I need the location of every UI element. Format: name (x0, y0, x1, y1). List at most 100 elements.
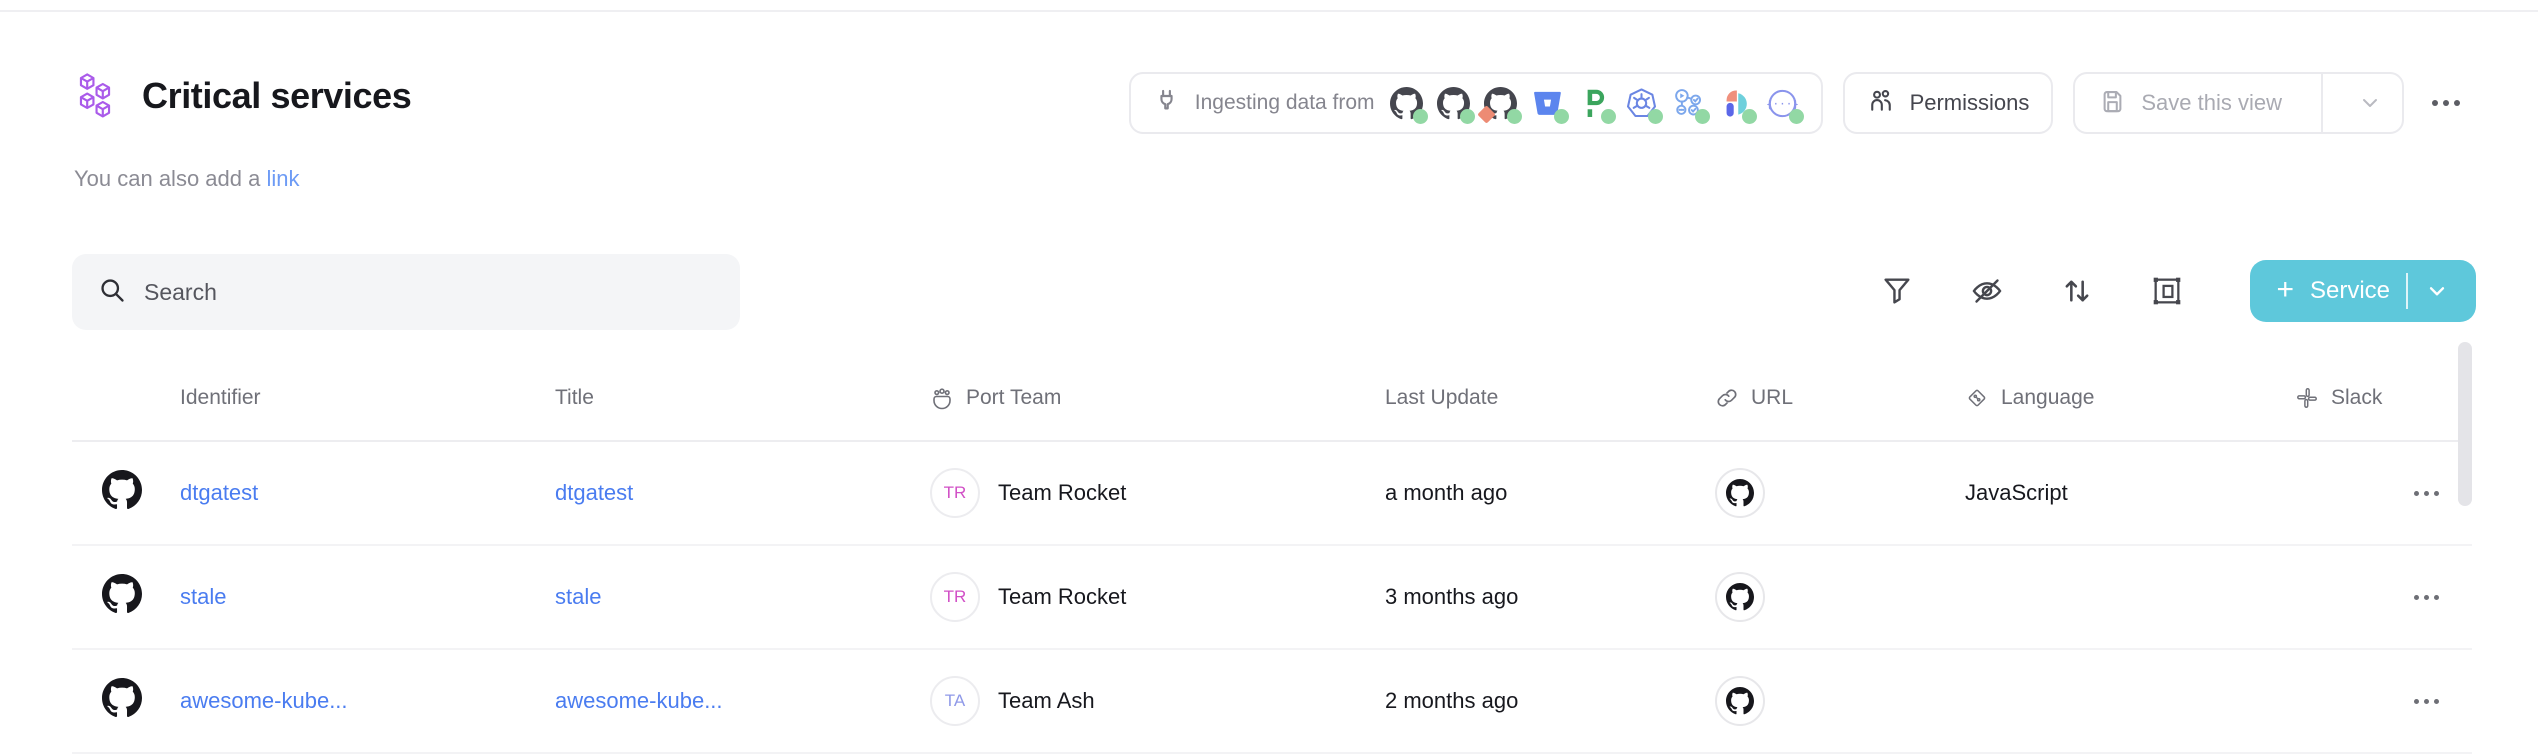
language-icon (1965, 386, 1989, 410)
column-last-update[interactable]: Last Update (1377, 386, 1707, 410)
row-more-button[interactable] (2410, 481, 2443, 506)
column-url[interactable]: URL (1707, 386, 1957, 410)
workflow-icon[interactable] (1672, 87, 1705, 120)
last-update: a month ago (1377, 480, 1707, 506)
add-service-label: Service (2310, 277, 2390, 305)
group-by-icon[interactable] (2144, 268, 2190, 314)
add-service-button[interactable]: + Service (2250, 260, 2476, 322)
hide-columns-icon[interactable] (1964, 268, 2010, 314)
column-language[interactable]: Language (1957, 386, 2287, 410)
team-initials: TA (945, 691, 965, 711)
save-icon (2099, 87, 2126, 119)
status-dot (1789, 109, 1804, 124)
row-more-button[interactable] (2410, 585, 2443, 610)
github-icon[interactable] (1437, 87, 1470, 120)
permissions-label: Permissions (1910, 90, 2030, 116)
language-value: JavaScript (1957, 480, 2287, 506)
url-github-link[interactable] (1715, 676, 1765, 726)
status-dot (1601, 109, 1616, 124)
table-header: Identifier Title Port Team Last Update U… (72, 356, 2472, 442)
plug-icon (1153, 87, 1180, 119)
url-github-link[interactable] (1715, 468, 1765, 518)
row-more-button[interactable] (2410, 689, 2443, 714)
github-blueprint-icon (102, 470, 142, 516)
column-title[interactable]: Title (547, 386, 922, 410)
last-update: 3 months ago (1377, 584, 1707, 610)
table-body: dtgatest dtgatest TR Team Rocket a month… (72, 442, 2472, 754)
pagerduty-icon[interactable] (1578, 87, 1611, 120)
identifier-link[interactable]: stale (180, 584, 226, 610)
vertical-scrollbar[interactable] (2458, 342, 2472, 506)
save-view-dropdown[interactable] (2338, 74, 2402, 132)
microservices-cubes-icon (74, 72, 122, 120)
chevron-down-icon[interactable] (2424, 278, 2450, 304)
subtitle-text: You can also add a (74, 166, 260, 191)
github-icon (1726, 687, 1754, 715)
save-view-button[interactable]: Save this view (2075, 74, 2306, 132)
status-dot (1507, 109, 1522, 124)
chevron-down-icon (2358, 91, 2382, 115)
kubernetes-icon[interactable] (1625, 87, 1658, 120)
permissions-button[interactable]: Permissions (1843, 72, 2054, 134)
search-input[interactable] (144, 279, 714, 306)
divider (2406, 273, 2408, 309)
header-actions: Ingesting data from (1129, 72, 2468, 134)
status-dot (1742, 109, 1757, 124)
github-icon[interactable] (1390, 87, 1423, 120)
plus-icon: + (2276, 275, 2294, 305)
team-name: Team Rocket (998, 584, 1126, 610)
github-icon (1726, 583, 1754, 611)
team-avatar: TR (930, 572, 980, 622)
bitbucket-icon[interactable] (1531, 87, 1564, 120)
title-link[interactable]: awesome-kube... (555, 688, 723, 714)
title-link[interactable]: dtgatest (555, 480, 633, 506)
table-row[interactable]: awesome-kube... awesome-kube... TA Team … (72, 650, 2472, 754)
save-view-label: Save this view (2141, 90, 2282, 116)
services-table: Identifier Title Port Team Last Update U… (72, 356, 2472, 754)
divider (2321, 74, 2323, 132)
add-link[interactable]: link (266, 166, 299, 191)
search-box (72, 254, 740, 330)
save-view-button-group: Save this view (2073, 72, 2404, 134)
slack-icon (2295, 386, 2319, 410)
column-slack[interactable]: Slack (2287, 386, 2402, 410)
team-name: Team Ash (998, 688, 1095, 714)
page-more-button[interactable] (2424, 100, 2468, 106)
table-row[interactable]: stale stale TR Team Rocket 3 months ago (72, 546, 2472, 650)
sort-icon[interactable] (2054, 268, 2100, 314)
team-avatar: TA (930, 676, 980, 726)
github-badged-icon[interactable] (1484, 87, 1517, 120)
link-icon (1715, 386, 1739, 410)
column-port-team[interactable]: Port Team (922, 386, 1377, 410)
column-identifier[interactable]: Identifier (172, 386, 547, 410)
table-row[interactable]: dtgatest dtgatest TR Team Rocket a month… (72, 442, 2472, 546)
ingesting-label: Ingesting data from (1195, 91, 1375, 115)
svg-text:{···}: {···} (1766, 97, 1799, 110)
github-icon (1726, 479, 1754, 507)
api-webhook-icon[interactable]: {···} (1766, 87, 1799, 120)
status-dot (1460, 109, 1475, 124)
identifier-link[interactable]: awesome-kube... (180, 688, 348, 714)
team-icon (930, 386, 954, 410)
status-dot (1695, 109, 1710, 124)
team-initials: TR (944, 483, 967, 503)
last-update: 2 months ago (1377, 688, 1707, 714)
team-initials: TR (944, 587, 967, 607)
github-blueprint-icon (102, 574, 142, 620)
top-divider (0, 10, 2538, 12)
search-icon (98, 276, 126, 309)
table-toolbar: + Service (1874, 260, 2476, 322)
page-title: Critical services (142, 75, 411, 117)
port-icon[interactable] (1719, 87, 1752, 120)
identifier-link[interactable]: dtgatest (180, 480, 258, 506)
github-blueprint-icon (102, 678, 142, 724)
filter-icon[interactable] (1874, 268, 1920, 314)
ingesting-data-pill[interactable]: Ingesting data from (1129, 72, 1823, 134)
people-icon (1867, 87, 1895, 120)
url-github-link[interactable] (1715, 572, 1765, 622)
team-name: Team Rocket (998, 480, 1126, 506)
title-link[interactable]: stale (555, 584, 601, 610)
integration-icons: {···} (1390, 87, 1799, 120)
subtitle: You can also add a link (74, 166, 300, 192)
status-dot (1648, 109, 1663, 124)
